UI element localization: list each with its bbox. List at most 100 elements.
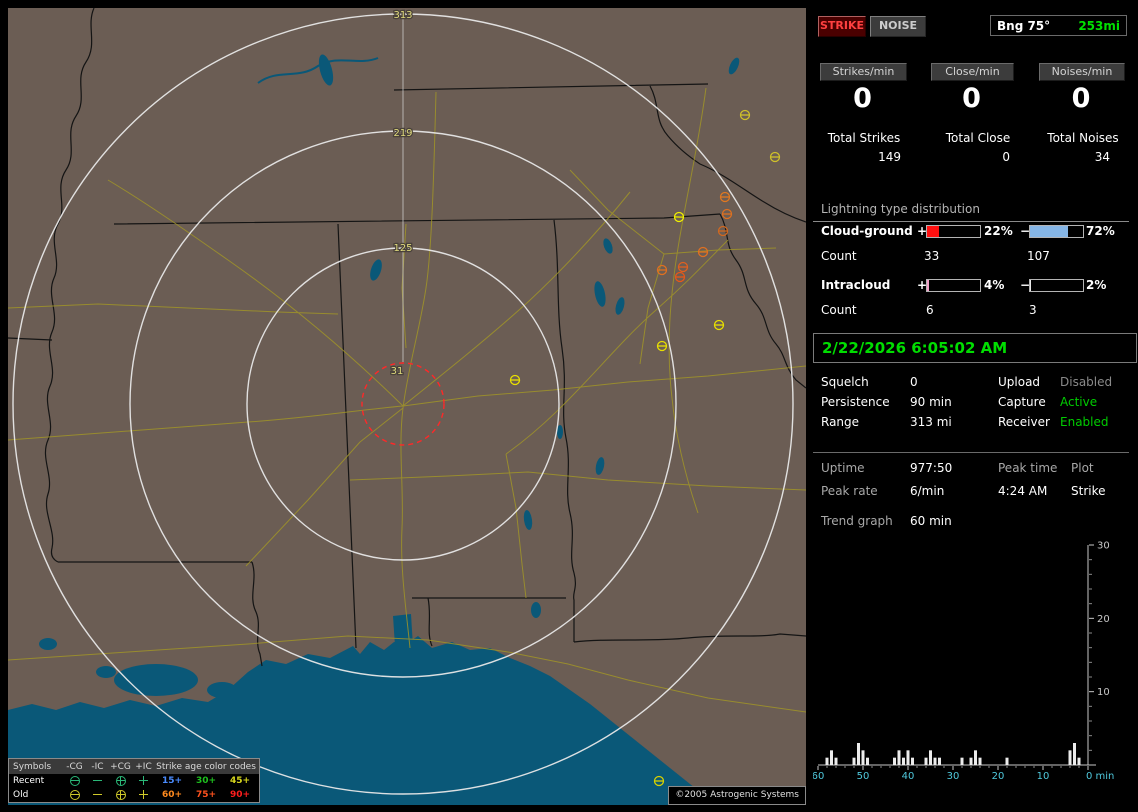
cg-neg-bar-fill [1030, 226, 1069, 237]
cg-pos-count: 33 [924, 249, 940, 263]
close-per-min-badge: Close/min [931, 63, 1014, 81]
bearing-label: Bng 75° [997, 18, 1051, 33]
copyright-badge: ©2005 Astrogenic Systems [668, 786, 806, 805]
age-30: 30+ [195, 776, 217, 786]
ring-label-125: 125 [393, 243, 412, 254]
total-noises-value: 34 [1094, 150, 1110, 164]
strikes-per-min-value: 0 [853, 83, 872, 114]
trend-graph: 10 20 30 60 50 40 30 20 10 0 min [813, 541, 1114, 783]
lightning-map[interactable]: 313 219 125 31 Symbols -CG -IC +CG +IC S… [8, 8, 806, 805]
age-75: 75+ [195, 790, 217, 800]
trend-graph-label: Trend graph [821, 514, 893, 528]
legend-header-row: Symbols -CG -IC +CG +IC Strike age color… [9, 759, 259, 774]
ic-pos-symbol-icon [139, 776, 148, 785]
trend-bars [825, 743, 1081, 765]
app-window: 313 219 125 31 Symbols -CG -IC +CG +IC S… [0, 0, 1138, 812]
svg-text:20: 20 [992, 771, 1005, 782]
map-legend: Symbols -CG -IC +CG +IC Strike age color… [8, 758, 260, 803]
bearing-range: 253mi [1078, 18, 1120, 33]
map-canvas[interactable]: 313 219 125 31 [8, 8, 806, 805]
svg-text:10: 10 [1037, 771, 1050, 782]
strike-mode-button[interactable]: STRIKE [818, 16, 866, 37]
strikes-per-min-badge: Strikes/min [820, 63, 907, 81]
peak-time-value: 4:24 AM [998, 484, 1048, 498]
bearing-display: Bng 75° 253mi [990, 15, 1127, 36]
close-per-min-value: 0 [962, 83, 981, 114]
ic-neg-symbol-icon [93, 790, 102, 799]
noise-mode-button[interactable]: NOISE [870, 16, 926, 37]
age-45: 45+ [229, 776, 251, 786]
ic-neg-count: 3 [1029, 303, 1037, 317]
total-strikes-label: Total Strikes [827, 131, 901, 145]
ic-neg-bar-fill [1030, 280, 1032, 291]
noises-per-min-badge: Noises/min [1039, 63, 1125, 81]
svg-text:10: 10 [1097, 687, 1110, 698]
range-label: Range [821, 415, 860, 429]
legend-recent-label: Recent [13, 776, 45, 786]
capture-value: Active [1060, 395, 1098, 409]
legend-old-row: Old 60+ 75+ 90+ [9, 788, 259, 802]
ic-neg-pct: 2% [1086, 278, 1107, 292]
total-close-value: 0 [1002, 150, 1010, 164]
plot-value: Strike [1071, 484, 1106, 498]
noises-per-min-value: 0 [1071, 83, 1091, 114]
trend-axes [818, 545, 1096, 766]
cg-pos-symbol-icon [115, 775, 126, 786]
ring-label-219: 219 [393, 128, 412, 139]
total-noises-label: Total Noises [1047, 131, 1119, 145]
ic-pos-symbol-icon [139, 790, 148, 799]
ic-pos-bar [926, 279, 981, 292]
svg-text:20: 20 [1097, 614, 1110, 625]
ic-neg-symbol-icon [93, 776, 102, 785]
cg-neg-pct: 72% [1086, 224, 1115, 238]
capture-label: Capture [998, 395, 1046, 409]
legend-col-cg-pos: +CG [110, 761, 131, 772]
trend-ticks [817, 544, 1094, 770]
legend-col-cg-neg: -CG [66, 761, 83, 772]
squelch-label: Squelch [821, 375, 869, 389]
ring-label-313: 313 [393, 10, 412, 21]
uptime-label: Uptime [821, 461, 865, 475]
side-panel: STRIKE NOISE Bng 75° 253mi Strikes/min C… [813, 0, 1138, 812]
svg-text:40: 40 [902, 771, 915, 782]
cg-pos-bar-fill [927, 226, 939, 237]
svg-text:60: 60 [813, 771, 824, 782]
persistence-value: 90 min [910, 395, 952, 409]
cg-pos-bar [926, 225, 981, 238]
persistence-label: Persistence [821, 395, 890, 409]
cloud-ground-label: Cloud-ground [821, 224, 913, 238]
ic-neg-bar [1029, 279, 1084, 292]
legend-symbols-header: Symbols [13, 761, 52, 772]
upload-label: Upload [998, 375, 1041, 389]
svg-text:30: 30 [947, 771, 960, 782]
cg-neg-bar [1029, 225, 1084, 238]
cg-neg-symbol-icon [69, 789, 80, 800]
total-close-label: Total Close [945, 131, 1011, 145]
ic-pos-count: 6 [926, 303, 934, 317]
legend-age-header: Strike age color codes [156, 761, 256, 772]
legend-old-label: Old [13, 790, 29, 800]
cg-pos-pct: 22% [984, 224, 1013, 238]
receiver-value: Enabled [1060, 415, 1109, 429]
age-60: 60+ [161, 790, 183, 800]
svg-text:0 min: 0 min [1086, 771, 1114, 782]
peak-time-label: Peak time [998, 461, 1058, 475]
range-value: 313 mi [910, 415, 952, 429]
peak-rate-value: 6/min [910, 484, 945, 498]
trend-window-value: 60 min [910, 514, 952, 528]
ic-pos-pct: 4% [984, 278, 1005, 292]
legend-col-ic-pos: +IC [135, 761, 152, 772]
age-15: 15+ [161, 776, 183, 786]
intracloud-label: Intracloud [821, 278, 891, 292]
distribution-header: Lightning type distribution [813, 202, 1129, 222]
upload-value: Disabled [1060, 375, 1113, 389]
svg-text:50: 50 [857, 771, 870, 782]
cg-neg-count: 107 [1027, 249, 1050, 263]
squelch-value: 0 [910, 375, 918, 389]
datetime-display: 2/22/2026 6:05:02 AM [813, 333, 1137, 363]
ic-count-label: Count [821, 303, 857, 317]
section-divider [813, 452, 1129, 453]
total-strikes-value: 149 [878, 150, 901, 164]
ring-label-31: 31 [391, 366, 404, 377]
peak-rate-label: Peak rate [821, 484, 878, 498]
